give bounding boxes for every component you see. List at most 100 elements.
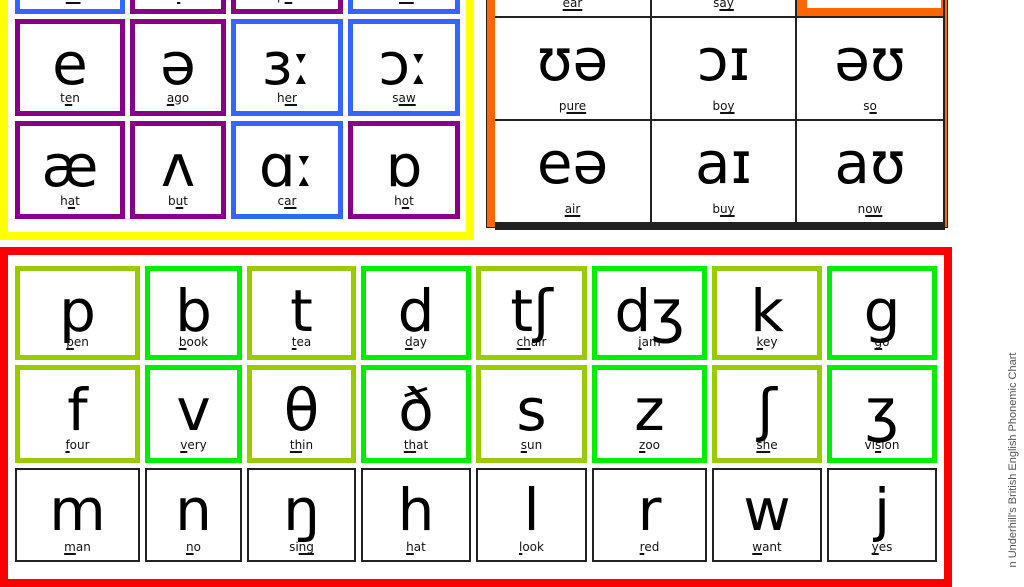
example-word: key <box>717 335 817 349</box>
example-word: put <box>236 0 338 3</box>
highlighted-letters: aw <box>398 91 416 105</box>
example-word: sun <box>481 438 582 452</box>
highlighted-letters: ay <box>719 0 734 10</box>
chart-credit: n Underhill's British English Phonemic C… <box>1007 352 1019 568</box>
highlighted-letters: w <box>752 540 763 554</box>
phoneme-symbol: f <box>67 376 88 444</box>
diphthong-cell[interactable]: ear <box>495 0 650 16</box>
monophthong-cell[interactable]: æ hat <box>15 121 125 219</box>
word-part: ea <box>296 335 312 349</box>
consonant-cell[interactable]: ʃ she <box>712 365 822 463</box>
monophthong-cell[interactable]: ɔː saw <box>348 19 460 116</box>
consonant-cell[interactable]: ʒ vision <box>827 365 937 463</box>
example-word: man <box>17 540 138 554</box>
example-word: buy <box>652 202 795 216</box>
diphthong-cell[interactable]: eə air <box>495 121 650 222</box>
consonant-cell[interactable]: d day <box>361 266 471 360</box>
consonant-cell[interactable]: dʒ jam <box>592 266 707 360</box>
consonant-cell[interactable]: r red <box>592 468 707 562</box>
monophthong-cell[interactable]: ʌ but <box>130 121 226 219</box>
example-word: air <box>495 202 650 216</box>
consonant-cell[interactable]: f four <box>15 365 140 463</box>
highlighted-letters: m <box>64 540 76 554</box>
consonant-cell[interactable]: b book <box>145 266 242 360</box>
monophthong-cell[interactable]: ɑː car <box>231 121 343 219</box>
monophthong-cell[interactable]: see <box>15 0 125 14</box>
phoneme-symbol: ʌ <box>160 132 196 200</box>
word-part: h <box>394 194 402 208</box>
highlighted-letters: ee <box>66 0 81 3</box>
monophthong-cell[interactable]: too <box>348 0 460 14</box>
word-part: an <box>75 540 91 554</box>
monophthong-cell[interactable]: put <box>231 0 343 14</box>
highlighted-letters: ow <box>865 202 883 216</box>
consonant-cell[interactable]: t tea <box>247 266 356 360</box>
consonant-cell[interactable]: ð that <box>361 365 471 463</box>
word-part: p <box>277 0 285 3</box>
word-part: t <box>409 194 414 208</box>
highlighted-letters: g <box>874 335 883 349</box>
consonant-grid: p pen b book t tea d day tʃ chair dʒ jam k key g go f fou… <box>15 266 937 562</box>
monophthong-cell[interactable]: e ten <box>15 19 125 116</box>
phoneme-symbol: eə <box>536 129 609 197</box>
consonant-cell[interactable]: w want <box>712 468 822 562</box>
monophthong-cell[interactable]: ə ago <box>130 19 226 116</box>
phoneme-symbol: ŋ <box>283 476 320 544</box>
highlighted-letters: ure <box>566 99 587 113</box>
phoneme-symbol: w <box>743 476 791 544</box>
word-part: un <box>527 438 543 452</box>
diphthong-cell[interactable]: əʊ so <box>797 18 943 119</box>
example-word: pure <box>495 99 650 113</box>
monophthong-cell[interactable]: his <box>130 0 226 14</box>
consonant-cell[interactable]: s sun <box>476 365 587 463</box>
highlighted-letters: ng <box>298 540 314 554</box>
phoneme-symbol: z <box>634 376 665 444</box>
consonant-cell[interactable]: v very <box>145 365 242 463</box>
diphthong-cell[interactable]: say <box>652 0 795 16</box>
phoneme-symbol: m <box>49 476 106 544</box>
phoneme-symbol: t <box>290 277 313 345</box>
consonant-cell[interactable]: ŋ sing <box>247 468 356 562</box>
consonant-cell[interactable]: tʃ chair <box>476 266 587 360</box>
example-word: that <box>366 438 466 452</box>
diphthong-cell[interactable]: ɔɪ boy <box>652 18 795 119</box>
diphthong-cell[interactable]: aʊ now <box>797 121 943 222</box>
highlighted-letters: h <box>406 540 414 554</box>
example-word: tea <box>252 335 351 349</box>
phoneme-symbol: ɑː <box>258 132 316 200</box>
phoneme-symbol: p <box>59 277 96 345</box>
word-part: ion <box>881 438 900 452</box>
example-word: hat <box>363 540 469 554</box>
consonant-cell[interactable]: k key <box>712 266 822 360</box>
example-word: ear <box>495 0 650 10</box>
consonant-cell[interactable]: z zoo <box>592 365 707 463</box>
consonant-cell[interactable]: n no <box>145 468 242 562</box>
word-part: o <box>193 540 201 554</box>
diphthong-cell[interactable] <box>797 0 943 16</box>
example-word: yes <box>829 540 935 554</box>
example-word: see <box>20 0 120 3</box>
consonant-cell[interactable]: g go <box>827 266 937 360</box>
consonant-cell[interactable]: θ thin <box>247 365 356 463</box>
word-part: go <box>174 91 190 105</box>
consonant-cell[interactable]: p pen <box>15 266 140 360</box>
diphthong-cell[interactable]: ʊə pure <box>495 18 650 119</box>
example-word: pen <box>20 335 135 349</box>
monophthong-cell[interactable]: ɜː her <box>231 19 343 116</box>
phoneme-symbol: dʒ <box>614 277 685 345</box>
word-part: oo <box>645 438 660 452</box>
word-part: t <box>183 194 188 208</box>
consonant-cell[interactable]: m man <box>15 468 140 562</box>
highlighted-letters: oy <box>720 99 735 113</box>
phoneme-symbol: s <box>516 376 547 444</box>
diphthong-cell[interactable]: aɪ buy <box>652 121 795 222</box>
example-word: too <box>353 0 455 3</box>
word-part: ey <box>763 335 778 349</box>
consonant-cell[interactable]: j yes <box>827 468 937 562</box>
consonant-cell[interactable]: h hat <box>361 468 471 562</box>
monophthong-cell[interactable]: ɒ hot <box>348 121 460 219</box>
consonant-cell[interactable]: l look <box>476 468 587 562</box>
example-word: four <box>20 438 135 452</box>
example-word: want <box>714 540 820 554</box>
phoneme-symbol: aɪ <box>694 129 753 197</box>
